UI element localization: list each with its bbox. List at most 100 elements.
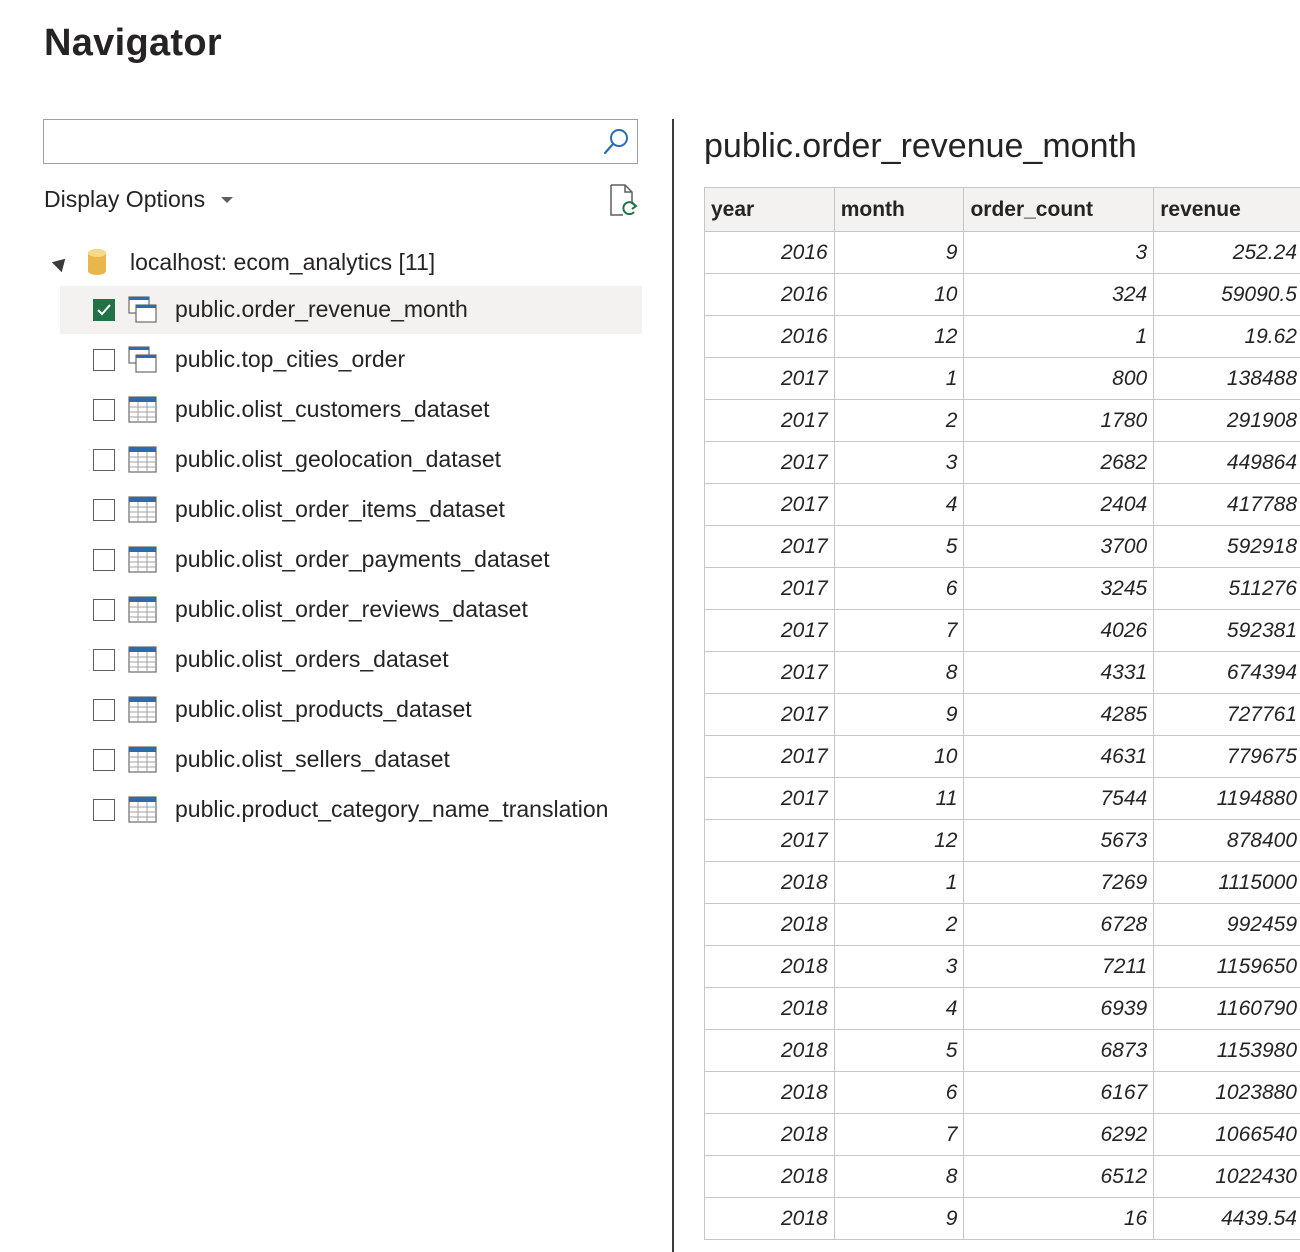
tree-item-checkbox[interactable] — [93, 749, 115, 771]
table-row: 2017 5 3700 592918 — [704, 525, 1300, 568]
table-cell: 252.24 — [1153, 231, 1300, 274]
table-cell: 2017 — [704, 357, 835, 400]
tree-item-checkbox[interactable] — [93, 349, 115, 371]
table-cell: 12 — [833, 315, 965, 358]
table-cell: 7544 — [963, 777, 1155, 820]
table-cell: 10 — [833, 273, 965, 316]
table-row: 2018 6 6167 1023880 — [704, 1071, 1300, 1114]
table-cell: 1 — [963, 315, 1155, 358]
tree-item[interactable]: public.top_cities_order — [60, 336, 642, 384]
tree-item[interactable]: public.olist_orders_dataset — [60, 636, 642, 684]
table-cell: 511276 — [1153, 567, 1300, 610]
table-cell: 59090.5 — [1153, 273, 1300, 316]
table-row: 2018 3 7211 1159650 — [704, 945, 1300, 988]
column-header[interactable]: month — [833, 187, 965, 232]
table-cell: 3245 — [963, 567, 1155, 610]
table-row: 2018 9 16 4439.54 — [704, 1197, 1300, 1240]
preview-title: public.order_revenue_month — [704, 127, 1137, 165]
tree-item-checkbox[interactable] — [93, 299, 115, 321]
tree-item[interactable]: public.olist_order_reviews_dataset — [60, 586, 642, 634]
table-row: 2018 1 7269 1115000 — [704, 861, 1300, 904]
table-cell: 5 — [833, 525, 965, 568]
tree-item-checkbox[interactable] — [93, 799, 115, 821]
table-row: 2017 11 7544 1194880 — [704, 777, 1300, 820]
tree-item[interactable]: public.order_revenue_month — [60, 286, 642, 334]
table-cell: 4331 — [963, 651, 1155, 694]
table-cell: 7 — [833, 609, 965, 652]
table-cell: 727761 — [1153, 693, 1300, 736]
table-cell: 5 — [833, 1029, 965, 1072]
tree-item[interactable]: public.product_category_name_translation — [60, 786, 642, 834]
table-row: 2018 5 6873 1153980 — [704, 1029, 1300, 1072]
table-cell: 417788 — [1153, 483, 1300, 526]
table-cell: 9 — [833, 231, 965, 274]
tree-item-checkbox[interactable] — [93, 549, 115, 571]
table-cell: 3700 — [963, 525, 1155, 568]
table-cell: 2017 — [704, 819, 835, 862]
tree-item-label: public.olist_order_items_dataset — [175, 496, 505, 522]
table-cell: 2017 — [704, 483, 835, 526]
table-cell: 1 — [833, 861, 965, 904]
column-header[interactable]: year — [704, 187, 835, 232]
table-cell: 6512 — [963, 1155, 1155, 1198]
tree-item[interactable]: public.olist_customers_dataset — [60, 386, 642, 434]
table-cell: 2018 — [704, 1197, 835, 1240]
preview-table-container[interactable]: year month order_count revenue 2016 9 3 252.24… — [704, 187, 1300, 1240]
table-cell: 1153980 — [1153, 1029, 1300, 1072]
table-cell: 592918 — [1153, 525, 1300, 568]
search-box[interactable] — [43, 119, 638, 165]
table-cell: 19.62 — [1153, 315, 1300, 358]
database-icon — [88, 249, 106, 275]
tree-root-node[interactable]: localhost: ecom_analytics [11] — [51, 244, 435, 280]
tree-item[interactable]: public.olist_geolocation_dataset — [60, 436, 642, 484]
table-cell: 2017 — [704, 651, 835, 694]
tree-item[interactable]: public.olist_sellers_dataset — [60, 736, 642, 784]
tree-item-checkbox[interactable] — [93, 499, 115, 521]
table-cell: 1023880 — [1153, 1071, 1300, 1114]
view-icon — [128, 296, 157, 323]
tree-item[interactable]: public.olist_order_items_dataset — [60, 486, 642, 534]
table-cell: 4 — [833, 987, 965, 1030]
table-row: 2017 8 4331 674394 — [704, 651, 1300, 694]
tree-item-checkbox[interactable] — [93, 599, 115, 621]
display-options-label: Display Options — [44, 186, 206, 212]
tree-item-label: public.olist_customers_dataset — [175, 396, 490, 422]
table-cell: 2 — [833, 903, 965, 946]
tree-item-label: public.product_category_name_translation — [175, 796, 609, 822]
search-input[interactable] — [52, 120, 596, 165]
table-cell: 10 — [833, 735, 965, 778]
table-cell: 6939 — [963, 987, 1155, 1030]
table-row: 2017 12 5673 878400 — [704, 819, 1300, 862]
display-options-dropdown[interactable]: Display Options — [44, 186, 234, 213]
table-cell: 2017 — [704, 693, 835, 736]
table-cell: 449864 — [1153, 441, 1300, 484]
search-icon[interactable] — [601, 127, 631, 157]
table-cell: 592381 — [1153, 609, 1300, 652]
column-header[interactable]: revenue — [1153, 187, 1300, 232]
table-row: 2018 7 6292 1066540 — [704, 1113, 1300, 1156]
table-cell: 8 — [833, 1155, 965, 1198]
table-cell: 2016 — [704, 273, 835, 316]
refresh-icon[interactable] — [608, 184, 640, 218]
column-header[interactable]: order_count — [963, 187, 1155, 232]
tree-item-checkbox[interactable] — [93, 449, 115, 471]
table-cell: 779675 — [1153, 735, 1300, 778]
table-icon — [128, 696, 157, 723]
table-row: 2016 10 324 59090.5 — [704, 273, 1300, 316]
tree-item-checkbox[interactable] — [93, 699, 115, 721]
collapse-triangle-icon[interactable] — [51, 253, 71, 273]
table-cell: 2018 — [704, 861, 835, 904]
table-body: 2016 9 3 252.24 2016 10 324 59090.5 2016 12 1 19.62… — [704, 231, 1300, 1240]
table-row: 2017 4 2404 417788 — [704, 483, 1300, 526]
tree-item-checkbox[interactable] — [93, 649, 115, 671]
tree-item[interactable]: public.olist_products_dataset — [60, 686, 642, 734]
tree-item-checkbox[interactable] — [93, 399, 115, 421]
tree-item-label: public.top_cities_order — [175, 346, 406, 372]
table-row: 2018 4 6939 1160790 — [704, 987, 1300, 1030]
table-cell: 3 — [833, 945, 965, 988]
preview-table: year month order_count revenue 2016 9 3 252.24… — [704, 187, 1300, 1240]
pane-splitter[interactable] — [672, 119, 674, 1252]
tree-item[interactable]: public.olist_order_payments_dataset — [60, 536, 642, 584]
table-cell: 3 — [833, 441, 965, 484]
table-cell: 2 — [833, 399, 965, 442]
